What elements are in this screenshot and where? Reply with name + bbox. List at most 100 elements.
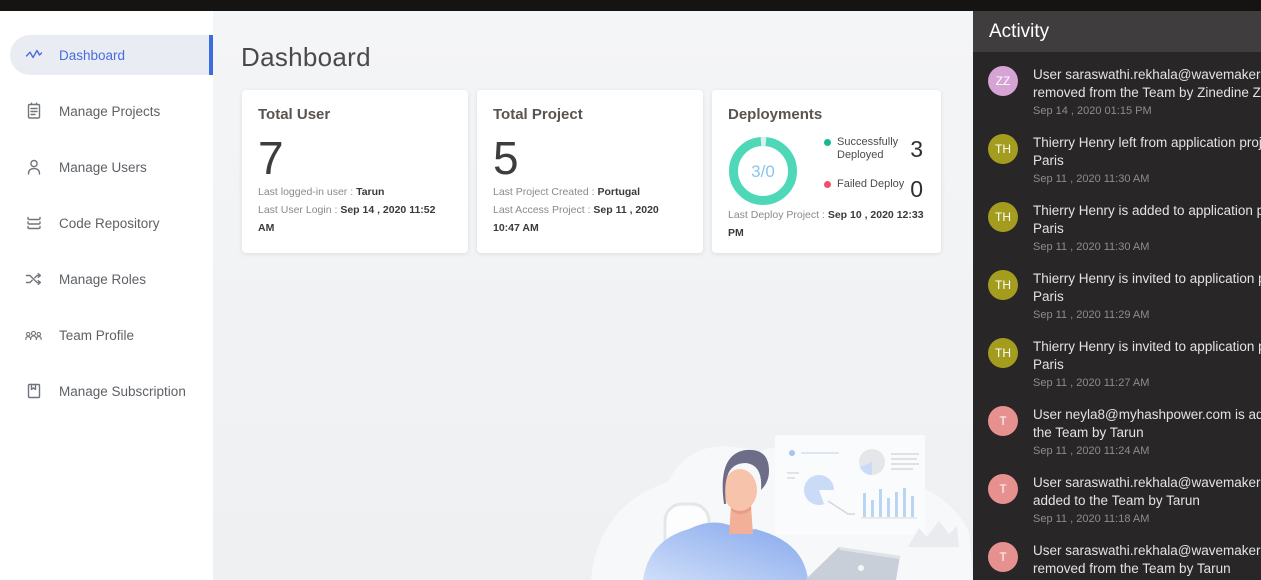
deployments-chart-row: 3/0 Successfully Deployed Failed Deploy	[728, 136, 925, 206]
sidebar-item-label: Manage Subscription	[59, 384, 186, 399]
sidebar: Dashboard Manage Projects Manage Users C…	[0, 11, 213, 580]
activity-text: User saraswathi.rekhala@wavemaker.com is…	[1033, 474, 1261, 509]
activity-timestamp: Sep 11 , 2020 11:29 AM	[1033, 309, 1261, 321]
total-user-card: Total User 7 Last logged-in user : Tarun…	[242, 90, 468, 253]
activity-item[interactable]: TH Thierry Henry left from application pr…	[988, 134, 1261, 185]
legend-failed: Failed Deploy	[824, 178, 906, 191]
avatar: T	[988, 474, 1018, 504]
activity-item[interactable]: T User saraswathi.rekhala@wavemaker.com i…	[988, 474, 1261, 525]
avatar: TH	[988, 338, 1018, 368]
activity-item[interactable]: TH Thierry Henry is invited to applicatio…	[988, 270, 1261, 321]
page-title: Dashboard	[241, 42, 973, 73]
failed-count: 0	[910, 176, 923, 202]
footer-label: Last Deploy Project :	[728, 209, 825, 221]
footer-value: Tarun	[356, 186, 384, 198]
deployments-donut-chart: 3/0	[728, 136, 798, 206]
summary-cards: Total User 7 Last logged-in user : Tarun…	[242, 90, 973, 253]
activity-item-body: Thierry Henry is invited to application …	[1033, 270, 1261, 321]
activity-timestamp: Sep 11 , 2020 11:24 AM	[1033, 445, 1261, 457]
sidebar-item-manage-roles[interactable]: Manage Roles	[0, 259, 213, 299]
user-icon	[24, 158, 43, 177]
sidebar-item-manage-users[interactable]: Manage Users	[0, 147, 213, 187]
footer-label: Last User Login :	[258, 204, 337, 216]
activity-item-body: User saraswathi.rekhala@wavemaker.com re…	[1033, 542, 1261, 577]
failed-dot-icon	[824, 181, 831, 188]
footer-label: Last logged-in user :	[258, 186, 353, 198]
card-title: Total User	[258, 106, 452, 123]
activity-text: Thierry Henry is invited to application …	[1033, 270, 1261, 305]
activity-text: Thierry Henry is invited to application …	[1033, 338, 1261, 373]
activity-item[interactable]: TH Thierry Henry is invited to applicatio…	[988, 338, 1261, 389]
deployments-legend: Successfully Deployed Failed Deploy	[824, 136, 906, 191]
activity-timestamp: Sep 11 , 2020 11:18 AM	[1033, 513, 1261, 525]
legend-label: Successfully Deployed	[837, 136, 906, 162]
sidebar-item-label: Manage Projects	[59, 104, 160, 119]
activity-item[interactable]: T User saraswathi.rekhala@wavemaker.com r…	[988, 542, 1261, 577]
activity-text: Thierry Henry left from application proj…	[1033, 134, 1261, 169]
activity-item[interactable]: TH Thierry Henry is added to application …	[988, 202, 1261, 253]
activity-item-body: User saraswathi.rekhala@wavemaker.com re…	[1033, 66, 1261, 117]
total-project-value: 5	[493, 135, 687, 181]
avatar: TH	[988, 270, 1018, 300]
activity-text: User saraswathi.rekhala@wavemaker.com re…	[1033, 542, 1261, 577]
activity-list[interactable]: ZZ User saraswathi.rekhala@wavemaker.com …	[973, 52, 1261, 580]
sidebar-item-manage-subscription[interactable]: Manage Subscription	[0, 371, 213, 411]
activity-item[interactable]: T User neyla8@myhashpower.com is added to…	[988, 406, 1261, 457]
sidebar-item-label: Dashboard	[59, 48, 125, 63]
legend-success: Successfully Deployed	[824, 136, 906, 162]
footer-label: Last Project Created :	[493, 186, 595, 198]
sidebar-item-label: Manage Users	[59, 160, 147, 175]
sidebar-item-dashboard[interactable]: Dashboard	[10, 35, 213, 75]
sidebar-item-code-repository[interactable]: Code Repository	[0, 203, 213, 243]
sidebar-item-label: Team Profile	[59, 328, 134, 343]
avatar: TH	[988, 202, 1018, 232]
team-icon	[24, 326, 43, 345]
card-footer: Last Deploy Project : Sep 10 , 2020 12:3…	[728, 206, 925, 242]
activity-header: Activity	[973, 11, 1261, 52]
deployments-card: Deployments 3/0 Successfully Deployed	[712, 90, 941, 253]
card-footer: Last logged-in user : Tarun Last User Lo…	[258, 183, 452, 237]
sidebar-item-manage-projects[interactable]: Manage Projects	[0, 91, 213, 131]
avatar: T	[988, 406, 1018, 436]
app-layout: Dashboard Manage Projects Manage Users C…	[0, 11, 1261, 580]
activity-item-body: Thierry Henry left from application proj…	[1033, 134, 1261, 185]
activity-panel: Activity ZZ User saraswathi.rekhala@wavem…	[973, 11, 1261, 580]
activity-text: Thierry Henry is added to application pr…	[1033, 202, 1261, 237]
bookmark-icon	[24, 382, 43, 401]
activity-item[interactable]: ZZ User saraswathi.rekhala@wavemaker.com …	[988, 66, 1261, 117]
sidebar-item-team-profile[interactable]: Team Profile	[0, 315, 213, 355]
activity-timestamp: Sep 14 , 2020 01:15 PM	[1033, 105, 1261, 117]
success-count: 3	[910, 136, 923, 162]
clipboard-icon	[24, 102, 43, 121]
total-project-card: Total Project 5 Last Project Created : P…	[477, 90, 703, 253]
avatar: TH	[988, 134, 1018, 164]
dashboard-illustration	[543, 410, 973, 580]
activity-item-body: Thierry Henry is invited to application …	[1033, 338, 1261, 389]
card-footer: Last Project Created : Portugal Last Acc…	[493, 183, 687, 237]
layers-icon	[24, 214, 43, 233]
activity-timestamp: Sep 11 , 2020 11:27 AM	[1033, 377, 1261, 389]
legend-label: Failed Deploy	[837, 178, 904, 191]
activity-item-body: Thierry Henry is added to application pr…	[1033, 202, 1261, 253]
pulse-icon	[24, 46, 43, 65]
success-dot-icon	[824, 139, 831, 146]
avatar: ZZ	[988, 66, 1018, 96]
avatar: T	[988, 542, 1018, 572]
activity-timestamp: Sep 11 , 2020 11:30 AM	[1033, 173, 1261, 185]
activity-item-body: User neyla8@myhashpower.com is added to …	[1033, 406, 1261, 457]
activity-text: User saraswathi.rekhala@wavemaker.com re…	[1033, 66, 1261, 101]
main-content: Dashboard Total User 7 Last logged-in us…	[213, 11, 973, 580]
footer-label: Last Access Project :	[493, 204, 590, 216]
activity-timestamp: Sep 11 , 2020 11:30 AM	[1033, 241, 1261, 253]
total-user-value: 7	[258, 135, 452, 181]
shuffle-icon	[24, 270, 43, 289]
deployments-legend-values: 3 0	[910, 136, 925, 202]
card-title: Total Project	[493, 106, 687, 123]
card-title: Deployments	[728, 106, 925, 123]
donut-center-label: 3/0	[751, 162, 775, 181]
activity-item-body: User saraswathi.rekhala@wavemaker.com is…	[1033, 474, 1261, 525]
sidebar-item-label: Manage Roles	[59, 272, 146, 287]
activity-text: User neyla8@myhashpower.com is added to …	[1033, 406, 1261, 441]
top-black-bar	[0, 0, 1261, 11]
footer-value: Portugal	[597, 186, 640, 198]
